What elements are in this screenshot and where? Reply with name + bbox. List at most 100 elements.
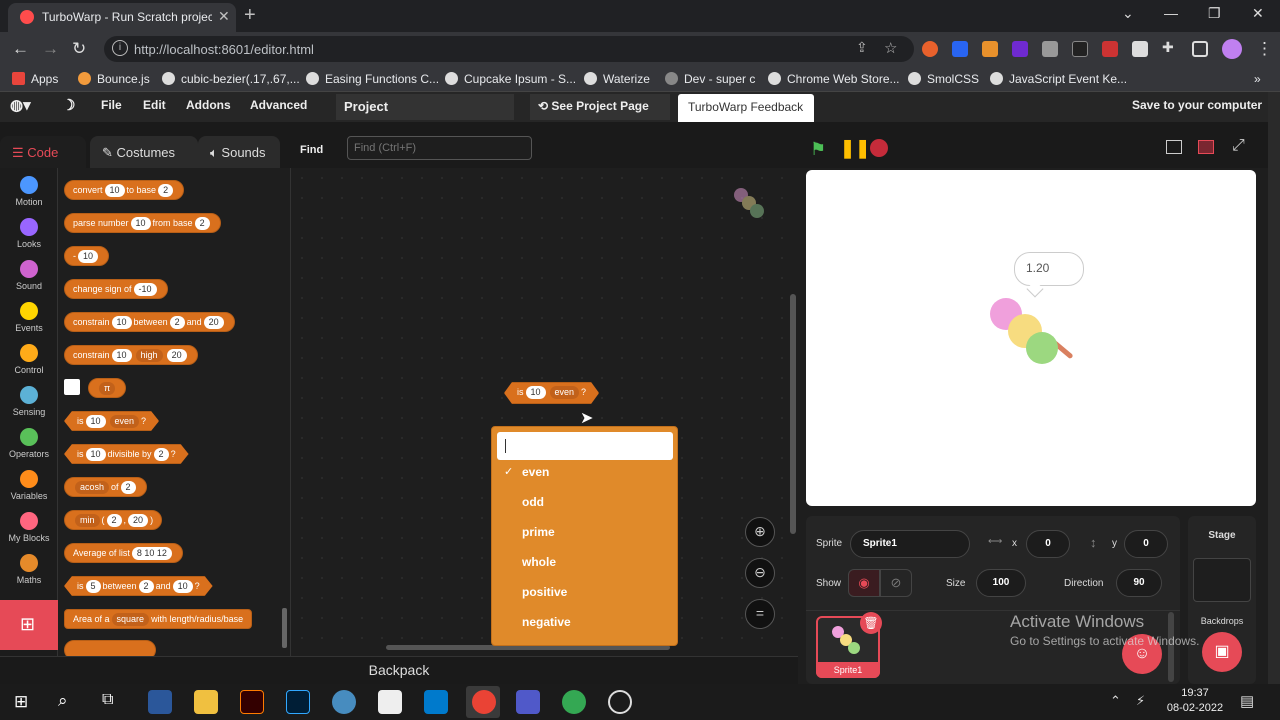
project-title-input[interactable]: Project	[336, 94, 514, 120]
direction-input[interactable]: 90	[1116, 569, 1162, 597]
maximize-icon[interactable]: ❐	[1208, 5, 1221, 22]
block-divisible-by[interactable]: is 10 divisible by 2?	[64, 444, 189, 464]
y-input[interactable]: 0	[1124, 530, 1168, 558]
backdrop-thumbnail[interactable]	[1193, 558, 1251, 602]
bookmark-item[interactable]: JavaScript Event Ke...	[990, 72, 1127, 86]
windows-start-icon[interactable]: ⊞	[14, 692, 28, 712]
tab-search-icon[interactable]: ⌄	[1122, 5, 1134, 22]
browser-tab[interactable]: TurboWarp - Run Scratch project ✕	[8, 3, 236, 32]
block-parse-number[interactable]: parse number 10 from base 2	[64, 213, 221, 233]
category-operators[interactable]: Operators	[0, 428, 58, 459]
stage-canvas[interactable]: 1.20	[806, 170, 1256, 506]
css-extension-icon[interactable]	[952, 41, 968, 57]
close-window-icon[interactable]: ✕	[1252, 5, 1264, 22]
dropdown-option-odd[interactable]: odd	[522, 495, 544, 509]
more-bookmarks-icon[interactable]: »	[1254, 72, 1261, 86]
dropdown-option-prime[interactable]: prime	[522, 525, 555, 539]
hide-eye-icon[interactable]: ⊘	[880, 569, 912, 597]
dropdown-option-negative[interactable]: negative	[522, 615, 571, 629]
language-globe-icon[interactable]: ◍▾	[10, 96, 31, 114]
stop-icon[interactable]	[870, 139, 888, 157]
add-extension-button[interactable]: ⊞	[0, 600, 58, 650]
show-visible-icon[interactable]: ◉	[848, 569, 880, 597]
bookmark-item[interactable]: Easing Functions C...	[306, 72, 439, 86]
chrome-icon[interactable]	[472, 690, 496, 714]
extension-icon[interactable]	[922, 41, 938, 57]
extension-icon[interactable]	[982, 41, 998, 57]
category-my-blocks[interactable]: My Blocks	[0, 512, 58, 543]
obs-icon[interactable]	[608, 690, 632, 714]
block-area-of[interactable]: Area of a square with length/radius/base	[64, 609, 253, 629]
menu-addons[interactable]: Addons	[186, 98, 231, 112]
extensions-puzzle-icon[interactable]: ✚	[1162, 39, 1178, 55]
category-control[interactable]: Control	[0, 344, 58, 375]
site-info-icon[interactable]: i	[112, 40, 128, 56]
large-stage-icon[interactable]	[1198, 140, 1214, 154]
fullscreen-icon[interactable]: ⤢	[1232, 137, 1245, 155]
category-sound[interactable]: Sound	[0, 260, 58, 291]
zoom-reset-icon[interactable]: =	[745, 599, 775, 629]
more-menu-icon[interactable]: ⋮	[1256, 39, 1273, 59]
vscode-icon[interactable]	[424, 690, 448, 714]
page-scrollbar[interactable]	[1268, 92, 1280, 684]
block-convert-base[interactable]: convert 10 to base 2	[64, 180, 185, 200]
block-negate[interactable]: -10	[64, 246, 110, 266]
reload-icon[interactable]: ↻	[72, 39, 86, 59]
block-partial[interactable]	[64, 640, 156, 656]
workspace-vertical-scrollbar[interactable]	[790, 294, 796, 534]
block-constrain-between[interactable]: constrain 10 between 2 and 20	[64, 312, 235, 332]
app-icon[interactable]	[378, 690, 402, 714]
extension-icon[interactable]	[1102, 41, 1118, 57]
feedback-button[interactable]: TurboWarp Feedback	[678, 94, 814, 122]
sprite-dango[interactable]	[990, 296, 1080, 382]
green-flag-icon[interactable]: ⚑	[810, 139, 830, 159]
zoom-out-icon[interactable]: ⊖	[745, 558, 775, 588]
back-icon[interactable]: ←	[12, 39, 29, 59]
block-constrain-high[interactable]: constrain 10 high 20	[64, 345, 198, 365]
checkbox[interactable]	[64, 379, 80, 395]
extension-icon[interactable]	[1012, 41, 1028, 57]
dropdown-option-whole[interactable]: whole	[522, 555, 556, 569]
category-events[interactable]: Events	[0, 302, 58, 333]
workspace-block-is-even[interactable]: is 10 even?	[504, 382, 599, 404]
pause-icon[interactable]: ❚❚	[840, 138, 870, 159]
tab-sounds[interactable]: 🔈︎ Sounds	[198, 136, 280, 168]
file-explorer-icon[interactable]	[194, 690, 218, 714]
category-looks[interactable]: Looks	[0, 218, 58, 249]
forward-icon[interactable]: →	[42, 39, 59, 59]
network-icon[interactable]: ⚡︎	[1136, 693, 1145, 709]
menu-edit[interactable]: Edit	[143, 98, 166, 112]
block-min[interactable]: min(2, 20)	[64, 510, 163, 530]
side-panel-icon[interactable]	[1192, 41, 1208, 57]
bookmark-item[interactable]: Chrome Web Store...	[768, 72, 900, 86]
zoom-in-icon[interactable]: ⊕	[745, 517, 775, 547]
new-tab-icon[interactable]: +	[244, 4, 256, 27]
sprite-name-input[interactable]: Sprite1	[850, 530, 970, 558]
bookmark-item[interactable]: Cupcake Ipsum - S...	[445, 72, 576, 86]
extension-icon[interactable]	[1072, 41, 1088, 57]
notifications-icon[interactable]: ▤	[1240, 692, 1254, 710]
minimize-icon[interactable]: —	[1164, 5, 1178, 21]
bookmark-item[interactable]: SmolCSS	[908, 72, 979, 86]
close-tab-icon[interactable]: ✕	[218, 8, 230, 25]
block-average-list[interactable]: Average of list 8 10 12	[64, 543, 183, 563]
extension-icon[interactable]	[1042, 41, 1058, 57]
see-project-page-button[interactable]: ⟲ See Project Page	[530, 94, 670, 120]
x-input[interactable]: 0	[1026, 530, 1070, 558]
bookmark-item[interactable]: Waterize	[584, 72, 650, 86]
palette-scrollbar[interactable]	[282, 608, 287, 648]
block-pi[interactable]: π	[88, 378, 127, 398]
bookmark-item[interactable]: Bounce.js	[78, 72, 150, 86]
category-maths[interactable]: Maths	[0, 554, 58, 585]
block-is-even[interactable]: is 10 even?	[64, 411, 159, 431]
tab-costumes[interactable]: ✎ Costumes	[90, 136, 198, 168]
category-variables[interactable]: Variables	[0, 470, 58, 501]
chrome-icon[interactable]	[562, 690, 586, 714]
block-between[interactable]: is 5 between 2 and 10?	[64, 576, 213, 596]
dropdown-option-positive[interactable]: positive	[522, 585, 567, 599]
delete-sprite-icon[interactable]: 🗑︎	[860, 612, 882, 634]
tab-code[interactable]: ☰ Code	[0, 136, 86, 168]
illustrator-icon[interactable]	[240, 690, 264, 714]
tray-chevron-icon[interactable]: ⌃	[1110, 693, 1121, 709]
save-button[interactable]: Save to your computer	[1132, 98, 1262, 112]
